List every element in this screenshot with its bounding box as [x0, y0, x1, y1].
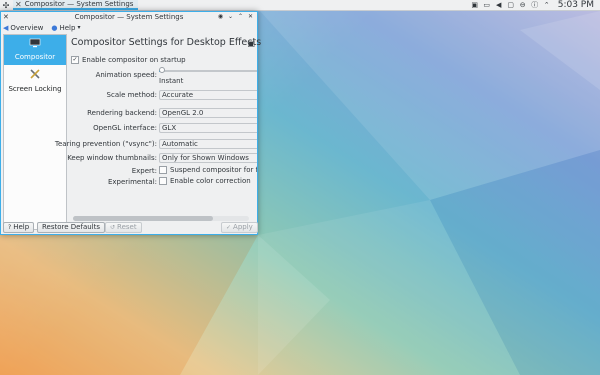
reset-button[interactable]: ↺ Reset [105, 222, 142, 233]
slider-handle[interactable] [159, 67, 165, 73]
expert-row: Expert: Suspend compositor for full sc [71, 166, 257, 177]
taskbar-task-compositor[interactable]: ✕ Compositor — System Settings [13, 0, 138, 10]
clock[interactable]: 5:03 PM [558, 0, 594, 10]
scale-method-select[interactable]: Accurate [159, 90, 257, 100]
animation-speed-label: Animation speed: [95, 71, 157, 79]
help-icon: ? [8, 224, 12, 231]
notifications-icon[interactable]: ⓘ [531, 1, 539, 9]
expert-label: Expert: [131, 167, 157, 175]
enable-on-startup-label: Enable compositor on startup [82, 56, 186, 64]
apply-button[interactable]: ✓ Apply [221, 222, 258, 233]
tearing-prevention-label: Tearing prevention ("vsync"): [54, 140, 157, 148]
power-icon[interactable]: ⊖ [519, 1, 527, 9]
suspend-compositor-checkbox[interactable]: Suspend compositor for full sc [159, 166, 257, 174]
chevron-up-icon[interactable]: ⌃ [543, 1, 551, 9]
overview-button[interactable]: ◀ Overview [3, 24, 43, 32]
opengl-interface-label: OpenGL interface: [93, 124, 157, 132]
chevron-down-icon: ▾ [77, 24, 81, 31]
reset-icon: ↺ [110, 224, 116, 231]
scale-method-row: Scale method: Accurate [71, 90, 257, 101]
close-icon[interactable]: ✕ [247, 13, 254, 20]
top-panel: ✣ ✕ Compositor — System Settings ▣ ▭ ◀ ▢… [0, 0, 600, 11]
checkbox [159, 177, 167, 185]
enable-color-correction-checkbox[interactable]: Enable color correction [159, 177, 251, 185]
checkbox [159, 166, 167, 174]
suspend-compositor-label: Suspend compositor for full sc [170, 166, 257, 174]
clipboard-icon[interactable]: ▣ [471, 1, 479, 9]
back-arrow-icon: ◀ [3, 23, 9, 32]
device-notifier-icon[interactable]: ▭ [483, 1, 491, 9]
reset-button-label: Reset [117, 223, 137, 231]
application-launcher-icon[interactable]: ✣ [1, 0, 11, 10]
compositor-settings-panel: Compositor Settings for Desktop Effects … [55, 36, 262, 226]
menubar: ◀ Overview ● Help ▾ [1, 22, 257, 33]
tearing-prevention-select[interactable]: Automatic [159, 139, 257, 149]
window-titlebar[interactable]: ✕ Compositor — System Settings ◉ ⌄ ⌃ ✕ [1, 12, 257, 22]
help-button[interactable]: ? Help [3, 222, 35, 233]
enable-on-startup-checkbox[interactable]: ✓ Enable compositor on startup [71, 56, 186, 64]
volume-icon[interactable]: ◀ [495, 1, 503, 9]
enable-color-correction-label: Enable color correction [170, 177, 251, 185]
settings-sidebar: Compositor Screen Locking [3, 34, 67, 230]
animation-speed-slider[interactable] [159, 67, 257, 73]
minimize-icon[interactable]: ⌄ [227, 13, 234, 20]
keep-thumbnails-label: Keep window thumbnails: [67, 154, 157, 162]
animation-speed-row: Animation speed: Instant [71, 67, 257, 87]
system-settings-window: ✕ Compositor — System Settings ◉ ⌄ ⌃ ✕ ◀… [0, 11, 262, 235]
taskbar-task-label: Compositor — System Settings [24, 0, 134, 8]
help-menu-label: Help [59, 23, 76, 32]
scale-method-label: Scale method: [106, 91, 157, 99]
rendering-backend-select[interactable]: OpenGL 2.0 [159, 108, 257, 118]
experimental-row: Experimental: Enable color correction [71, 177, 257, 188]
check-icon: ✓ [226, 224, 232, 231]
opengl-interface-row: OpenGL interface: GLX [71, 123, 257, 134]
restore-defaults-label: Restore Defaults [42, 223, 101, 231]
help-icon: ● [51, 23, 58, 32]
display-icon: ▣ [247, 39, 255, 48]
keep-thumbnails-select[interactable]: Only for Shown Windows [159, 153, 257, 163]
apply-button-label: Apply [233, 223, 253, 231]
opengl-interface-select[interactable]: GLX [159, 123, 257, 133]
maximize-icon[interactable]: ⌃ [237, 13, 244, 20]
button-bar: ? Help Restore Defaults ↺ Reset ✓ Apply [1, 221, 258, 235]
display-icon[interactable]: ▢ [507, 1, 515, 9]
rendering-backend-row: Rendering backend: OpenGL 2.0 [71, 108, 257, 119]
help-button-label: Help [13, 223, 30, 231]
tools-icon [4, 68, 66, 84]
help-menu[interactable]: ● Help ▾ [51, 24, 80, 32]
experimental-label: Experimental: [107, 178, 157, 186]
keep-thumbnails-row: Keep window thumbnails: Only for Shown W… [67, 153, 257, 164]
display-icon [4, 38, 66, 52]
system-tray: ▣ ▭ ◀ ▢ ⊖ ⓘ ⌃ [471, 1, 551, 9]
checkbox: ✓ [71, 56, 79, 64]
page-title: Compositor Settings for Desktop Effects [71, 37, 262, 48]
settings-tools-icon: ✕ [15, 0, 22, 9]
rendering-backend-label: Rendering backend: [87, 109, 157, 117]
sidebar-item-compositor[interactable]: Compositor [4, 35, 66, 65]
overview-label: Overview [10, 23, 44, 32]
sidebar-item-screen-locking[interactable]: Screen Locking [4, 65, 66, 95]
restore-defaults-button[interactable]: Restore Defaults [37, 222, 106, 233]
animation-speed-value: Instant [159, 77, 184, 85]
tearing-prevention-row: Tearing prevention ("vsync"): Automatic [55, 139, 257, 150]
sidebar-item-label: Screen Locking [8, 85, 62, 93]
sidebar-item-label: Compositor [14, 53, 56, 61]
keep-above-icon[interactable]: ◉ [217, 13, 224, 20]
